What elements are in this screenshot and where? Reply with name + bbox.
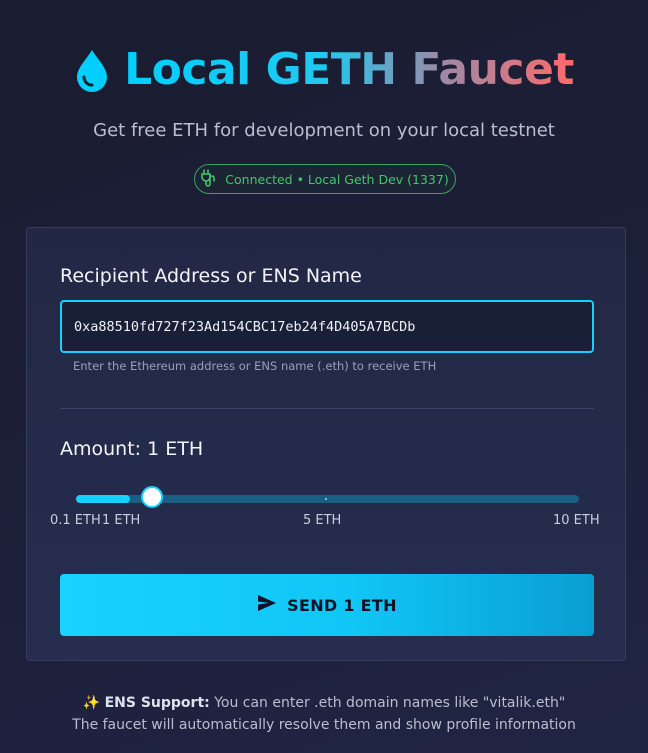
recipient-address-input[interactable] bbox=[60, 300, 594, 353]
send-button[interactable]: SEND 1 ETH bbox=[60, 574, 594, 636]
amount-slider-fill bbox=[76, 495, 130, 503]
title-text: Local GETH Faucet bbox=[124, 42, 574, 98]
header: Local GETH Faucet bbox=[0, 42, 648, 98]
send-button-label: SEND 1 ETH bbox=[287, 595, 397, 615]
plug-icon bbox=[201, 168, 217, 190]
amount-slider-thumb[interactable] bbox=[140, 486, 163, 508]
footer-info: ✨ ENS Support: You can enter .eth domain… bbox=[0, 692, 648, 736]
address-label: Recipient Address or ENS Name bbox=[60, 265, 362, 287]
water-drop-icon bbox=[74, 48, 110, 92]
faucet-form-card: Recipient Address or ENS Name Enter the … bbox=[26, 227, 626, 661]
connection-status-badge: Connected • Local Geth Dev (1337) bbox=[194, 164, 456, 194]
address-helper-text: Enter the Ethereum address or ENS name (… bbox=[73, 359, 437, 373]
subtitle: Get free ETH for development on your loc… bbox=[93, 120, 555, 141]
sparkles-icon: ✨ bbox=[82, 695, 101, 711]
slider-max-label: 10 ETH bbox=[553, 513, 600, 528]
ens-support-title: ENS Support: bbox=[104, 695, 210, 711]
ens-support-text: You can enter .eth domain names like "vi… bbox=[209, 695, 566, 711]
slider-min-label: 0.1 ETH bbox=[50, 513, 101, 528]
page-title: Local GETH Faucet bbox=[74, 42, 574, 98]
slider-mid-label: 5 ETH bbox=[303, 513, 342, 528]
divider bbox=[60, 408, 594, 409]
amount-label: Amount: 1 ETH bbox=[60, 438, 204, 460]
connection-status-text: Connected • Local Geth Dev (1337) bbox=[225, 171, 449, 187]
amount-slider-mid-mark bbox=[324, 498, 327, 500]
ens-support-line: ✨ ENS Support: You can enter .eth domain… bbox=[0, 692, 648, 714]
send-icon bbox=[257, 594, 277, 616]
ens-resolve-line: The faucet will automatically resolve th… bbox=[72, 717, 576, 733]
slider-current-label: 1 ETH bbox=[102, 513, 141, 528]
